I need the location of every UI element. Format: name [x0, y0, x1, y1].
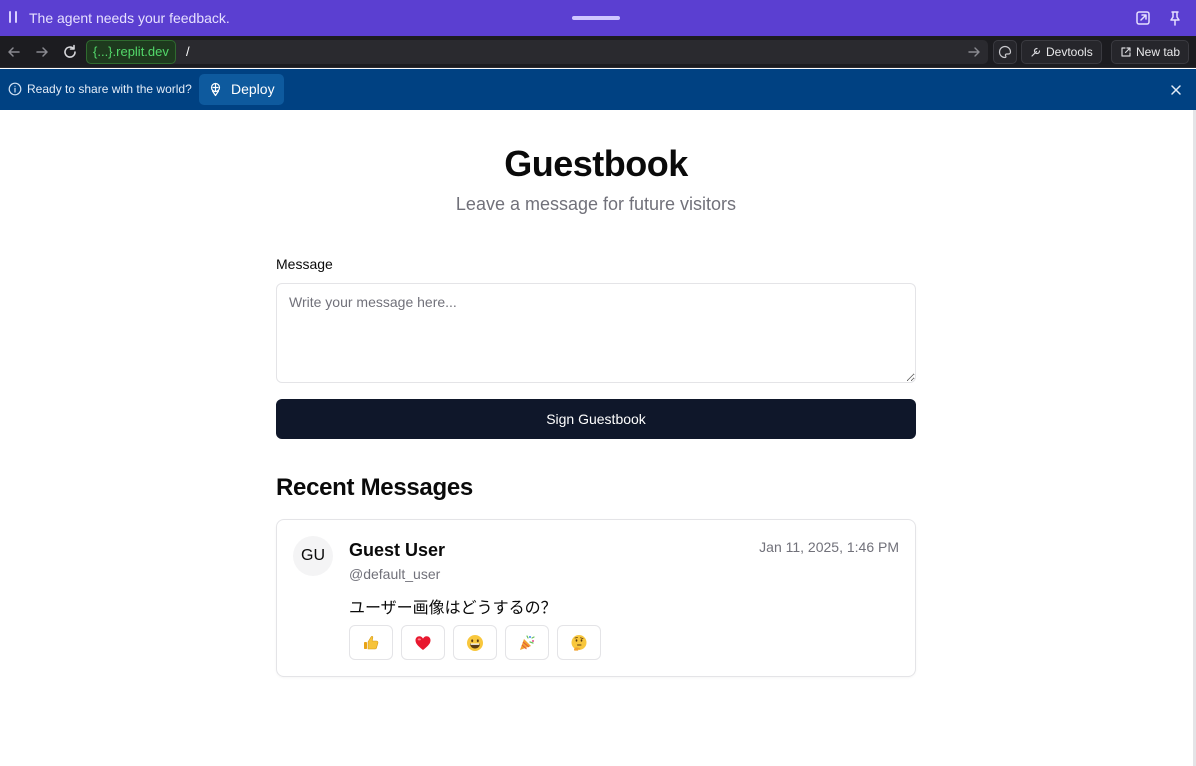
thumbs-up-reaction[interactable]: [349, 625, 393, 660]
back-icon[interactable]: [5, 43, 23, 61]
deploy-icon: [210, 82, 221, 97]
message-card: GU Guest User @default_user Jan 11, 2025…: [276, 519, 916, 677]
deploy-button[interactable]: Deploy: [199, 74, 284, 105]
open-external-icon[interactable]: [1134, 9, 1152, 27]
palette-icon: [998, 45, 1012, 59]
agent-feedback-bar: The agent needs your feedback.: [0, 0, 1196, 36]
page-title: Guestbook: [504, 143, 688, 184]
recent-messages-heading: Recent Messages: [276, 474, 473, 501]
drag-handle[interactable]: [572, 16, 620, 20]
deploy-label: Deploy: [231, 81, 275, 97]
wrench-icon: [1031, 47, 1041, 57]
address-field[interactable]: {...}.replit.dev /: [86, 40, 988, 64]
heart-icon: [415, 635, 431, 650]
grin-reaction[interactable]: [453, 625, 497, 660]
url-domain: {...}.replit.dev: [86, 40, 176, 64]
grinning-face-icon: [467, 634, 483, 651]
thumbs-up-icon: [364, 635, 379, 649]
sign-guestbook-button[interactable]: Sign Guestbook: [276, 399, 916, 439]
pin-icon[interactable]: [1166, 9, 1184, 27]
message-input[interactable]: [276, 283, 916, 383]
devtools-button[interactable]: Devtools: [1021, 40, 1102, 64]
page-subtitle: Leave a message for future visitors: [455, 194, 737, 214]
external-link-icon: [1121, 47, 1131, 57]
message-label: Message: [276, 256, 333, 272]
reaction-bar: [349, 625, 601, 660]
agent-feedback-message: The agent needs your feedback.: [29, 10, 230, 26]
thinking-reaction[interactable]: [557, 625, 601, 660]
devtools-label: Devtools: [1046, 45, 1093, 59]
info-icon: [8, 82, 22, 96]
new-tab-label: New tab: [1136, 45, 1181, 59]
message-handle: @default_user: [349, 566, 441, 582]
party-popper-icon: [520, 634, 535, 650]
deploy-prompt: Ready to share with the world?: [27, 82, 192, 96]
browser-frame: The agent needs your feedback. {...}.rep…: [0, 0, 1196, 766]
new-tab-button[interactable]: New tab: [1111, 40, 1190, 64]
avatar: GU: [293, 536, 333, 576]
palette-button[interactable]: [993, 40, 1017, 64]
reload-icon[interactable]: [61, 43, 79, 61]
heart-reaction[interactable]: [401, 625, 445, 660]
message-author: Guest User: [349, 540, 446, 560]
forward-icon[interactable]: [33, 43, 51, 61]
message-timestamp: Jan 11, 2025, 1:46 PM: [759, 539, 899, 555]
url-bar: {...}.replit.dev / Devtools New tab: [0, 36, 1196, 68]
thinking-face-icon: [571, 634, 587, 651]
close-icon[interactable]: [1169, 83, 1183, 97]
pause-icon[interactable]: [9, 11, 17, 23]
go-arrow-icon[interactable]: [966, 44, 982, 60]
message-body: ユーザー画像はどうするの？: [349, 598, 557, 617]
url-path[interactable]: /: [186, 44, 190, 59]
party-reaction[interactable]: [505, 625, 549, 660]
deploy-banner: Ready to share with the world? Deploy: [0, 69, 1196, 110]
